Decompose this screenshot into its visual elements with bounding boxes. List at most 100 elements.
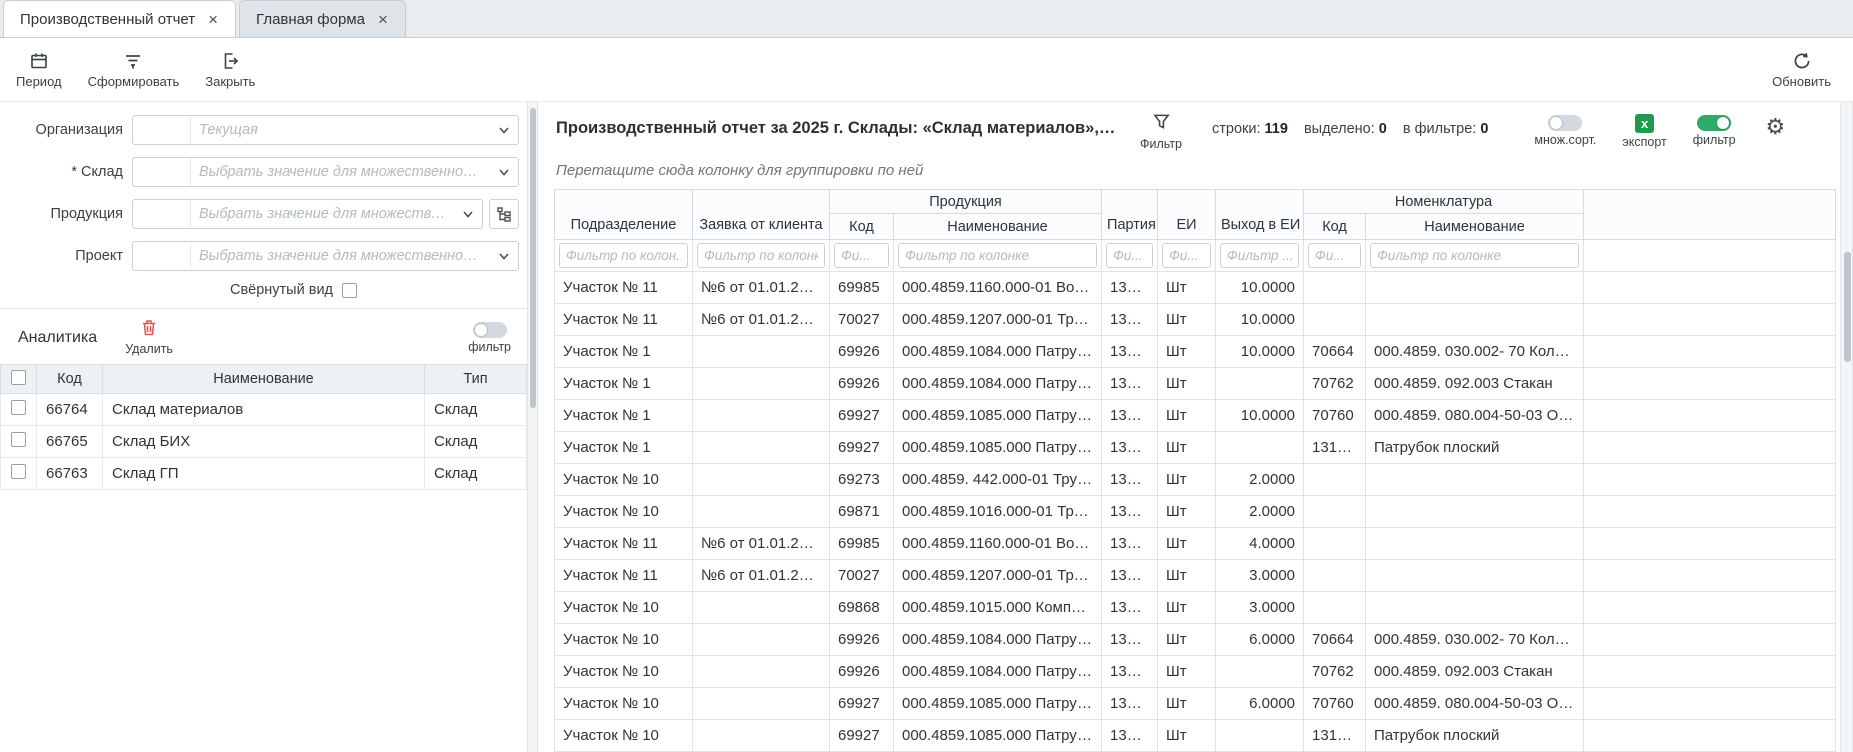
unit-cell: Шт (1158, 464, 1216, 496)
client-order-filter-input[interactable] (697, 243, 825, 268)
row-checkbox[interactable] (11, 432, 26, 447)
prod-code-cell: 69927 (830, 688, 894, 720)
refresh-button[interactable]: Обновить (1772, 51, 1831, 89)
report-row[interactable]: Участок № 10 69871 000.4859.1016.000-01 … (555, 496, 1836, 528)
close-icon[interactable]: × (377, 11, 389, 28)
analytics-row[interactable]: 66765 Склад БИХ Склад (1, 426, 527, 458)
col-nom-name[interactable]: Наименование (1366, 214, 1584, 240)
col-prod-name[interactable]: Наименование (894, 214, 1102, 240)
filler-cell (1584, 560, 1836, 592)
prod-name-filter-input[interactable] (898, 243, 1097, 268)
report-row[interactable]: Участок № 11 №6 от 01.01.2025 69985 000.… (555, 528, 1836, 560)
report-row[interactable]: Участок № 10 69926 000.4859.1084.000 Пат… (555, 624, 1836, 656)
report-row[interactable]: Участок № 10 69868 000.4859.1015.000 Ком… (555, 592, 1836, 624)
multisort-toggle[interactable]: множ.сорт. (1534, 112, 1596, 147)
department-cell: Участок № 11 (555, 304, 693, 336)
select-all-checkbox[interactable] (11, 370, 26, 385)
report-row[interactable]: Участок № 11 №6 от 01.01.2025 70027 000.… (555, 560, 1836, 592)
report-row[interactable]: Участок № 1 69926 000.4859.1084.000 Патр… (555, 368, 1836, 400)
department-cell: Участок № 1 (555, 400, 693, 432)
col-prod-code[interactable]: Код (830, 214, 894, 240)
row-checkbox[interactable] (11, 464, 26, 479)
filter-button[interactable]: Фильтр (1140, 112, 1182, 151)
export-button[interactable]: x экспорт (1622, 112, 1666, 149)
report-scrollbar[interactable] (1840, 102, 1853, 752)
chevron-down-icon[interactable] (490, 242, 518, 270)
analytics-col-type[interactable]: Тип (425, 365, 527, 394)
hierarchy-button[interactable] (489, 199, 519, 229)
nom-name-filter-input[interactable] (1370, 243, 1579, 268)
period-button[interactable]: Период (16, 51, 62, 89)
report-row[interactable]: Участок № 1 69927 000.4859.1085.000 Патр… (555, 400, 1836, 432)
tab-main-form[interactable]: Главная форма × (239, 0, 406, 37)
client-order-cell (693, 656, 830, 688)
col-nom-code[interactable]: Код (1304, 214, 1366, 240)
report-row[interactable]: Участок № 10 69273 000.4859. 442.000-01 … (555, 464, 1836, 496)
grouping-drop-zone[interactable]: Перетащите сюда колонку для группировки … (554, 151, 1836, 189)
client-order-cell (693, 432, 830, 464)
department-cell: Участок № 10 (555, 496, 693, 528)
filler-cell (1584, 528, 1836, 560)
chevron-down-icon[interactable] (454, 200, 482, 228)
client-order-cell (693, 592, 830, 624)
toggle-on-icon[interactable] (1697, 115, 1731, 131)
toggle-off-icon[interactable] (473, 322, 507, 338)
delete-button[interactable]: Удалить (125, 319, 173, 356)
batch-filter-input[interactable] (1106, 243, 1153, 268)
prod-code-cell: 70027 (830, 560, 894, 592)
chevron-down-icon[interactable] (490, 116, 518, 144)
filler-cell (1584, 592, 1836, 624)
analytics-table: Код Наименование Тип 66764 Склад материа… (0, 364, 527, 490)
scrollbar-thumb[interactable] (530, 108, 536, 408)
output-filter-input[interactable] (1220, 243, 1299, 268)
warehouse-field-row: * Склад Выбрать значение для множественн… (0, 157, 519, 187)
chevron-down-icon[interactable] (490, 158, 518, 186)
gear-icon[interactable]: ⚙ (1766, 112, 1786, 138)
project-input[interactable]: Выбрать значение для множественного филь… (132, 241, 519, 271)
department-filter-input[interactable] (559, 243, 688, 268)
filter-toggle[interactable]: фильтр (1693, 112, 1736, 147)
close-icon[interactable]: × (207, 11, 219, 28)
col-output[interactable]: Выход в ЕИ (1216, 190, 1304, 240)
report-row[interactable]: Участок № 1 69926 000.4859.1084.000 Патр… (555, 336, 1836, 368)
report-row[interactable]: Участок № 10 69927 000.4859.1085.000 Пат… (555, 688, 1836, 720)
report-row[interactable]: Участок № 10 69927 000.4859.1085.000 Пат… (555, 720, 1836, 752)
analytics-row[interactable]: 66763 Склад ГП Склад (1, 458, 527, 490)
nom-name-cell (1366, 528, 1584, 560)
group-nomenclature[interactable]: Номенклатура (1304, 190, 1584, 214)
analytics-filter-toggle[interactable]: фильтр (468, 322, 511, 354)
warehouse-input[interactable]: Выбрать значение для множественного филь… (132, 157, 519, 187)
collapsed-view-checkbox[interactable] (342, 283, 357, 298)
col-batch[interactable]: Партия (1102, 190, 1158, 240)
report-row[interactable]: Участок № 10 69926 000.4859.1084.000 Пат… (555, 656, 1836, 688)
analytics-row[interactable]: 66764 Склад материалов Склад (1, 394, 527, 426)
nom-code-cell (1304, 464, 1366, 496)
report-row[interactable]: Участок № 1 69927 000.4859.1085.000 Патр… (555, 432, 1836, 464)
batch-cell: 132219 (1102, 432, 1158, 464)
unit-filter-input[interactable] (1162, 243, 1211, 268)
tab-production-report[interactable]: Производственный отчет × (3, 0, 236, 37)
row-checkbox[interactable] (11, 400, 26, 415)
nom-name-cell: Патрубок плоский (1366, 432, 1584, 464)
analytics-col-name[interactable]: Наименование (103, 365, 425, 394)
report-row[interactable]: Участок № 11 №6 от 01.01.2025 69985 000.… (555, 272, 1836, 304)
group-production[interactable]: Продукция (830, 190, 1102, 214)
nom-code-filter-input[interactable] (1308, 243, 1361, 268)
prod-code-filter-input[interactable] (834, 243, 889, 268)
col-department[interactable]: Подразделение (555, 190, 693, 240)
client-order-cell: №6 от 01.01.2025 (693, 528, 830, 560)
production-input[interactable]: Выбрать значение для множественного фи… (132, 199, 483, 229)
col-client-order[interactable]: Заявка от клиента (693, 190, 830, 240)
filler-cell (1584, 432, 1836, 464)
generate-button[interactable]: Сформировать (88, 51, 180, 89)
organization-input[interactable]: Текущая (132, 115, 519, 145)
report-row[interactable]: Участок № 11 №6 от 01.01.2025 70027 000.… (555, 304, 1836, 336)
unit-cell: Шт (1158, 528, 1216, 560)
scrollbar-thumb[interactable] (1844, 252, 1851, 362)
toggle-off-icon[interactable] (1548, 115, 1582, 131)
col-unit[interactable]: ЕИ (1158, 190, 1216, 240)
left-panel-scrollbar[interactable] (527, 102, 538, 752)
close-button[interactable]: Закрыть (205, 51, 255, 89)
nom-code-cell (1304, 304, 1366, 336)
analytics-col-code[interactable]: Код (37, 365, 103, 394)
